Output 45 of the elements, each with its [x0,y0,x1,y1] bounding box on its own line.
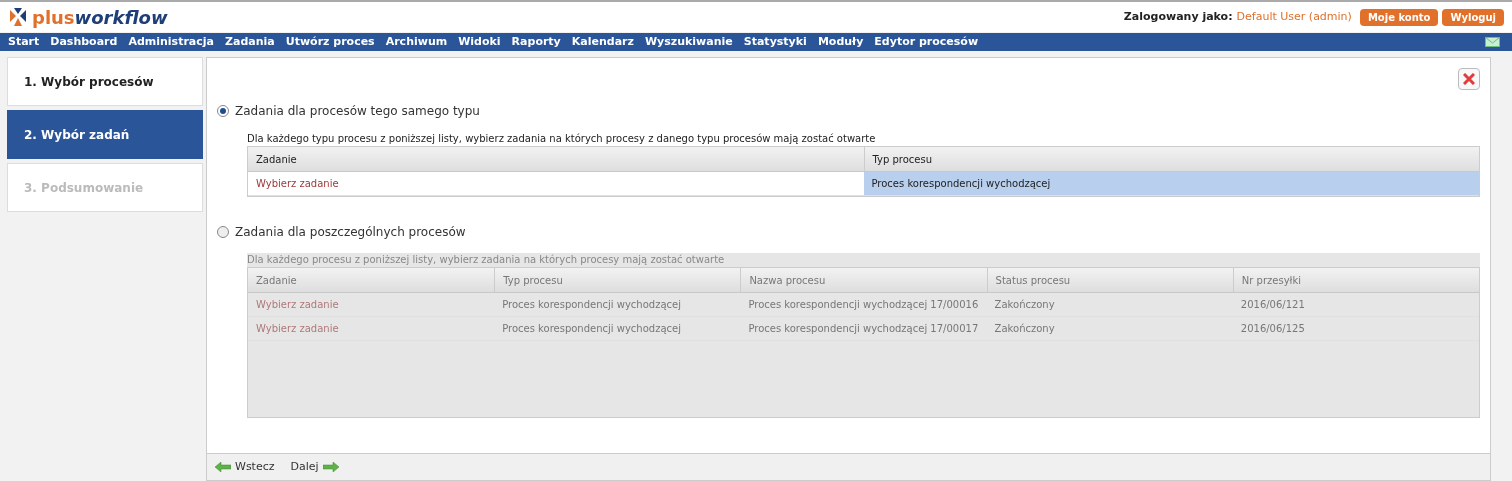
wizard-step[interactable]: 1. Wybór procesów [7,57,203,106]
next-button[interactable]: Dalej [290,458,339,476]
close-button[interactable] [1458,68,1480,90]
logo-text: plusworkflow [32,5,168,30]
table-cell-text: Zakończony [993,322,1056,336]
nav-item[interactable]: Utwórz proces [285,33,375,51]
nav-item[interactable]: Archiwum [385,33,448,51]
table-cell-text: 2016/06/125 [1239,322,1306,336]
nav-item[interactable]: Administracja [128,33,214,51]
column-header: Nr przesyłki [1232,268,1479,292]
table-cell-text: Proces korespondencji wychodzącej 17/00016 [747,298,980,312]
table-cell-text: Proces korespondencji wychodzącej [501,298,682,312]
column-header: Zadanie [255,152,298,167]
table-cell-text: 2016/06/121 [1239,298,1306,312]
table-hint: Dla każdego procesu z poniższej listy, wybierz zadania na których procesy mają zostać otwarte [247,253,726,267]
table-cell-text: Proces korespondencji wychodzącej 17/00017 [747,322,980,336]
wizard-step[interactable]: 2. Wybór zadań [7,110,203,159]
task-link[interactable]: Wybierz zadanie [248,172,864,195]
nav-item[interactable]: Kalendarz [571,33,634,51]
column-header: Zadanie [255,273,298,288]
radio-button[interactable] [217,105,229,117]
nav-item[interactable]: Dashboard [50,33,118,51]
option-label[interactable]: Zadania dla procesów tego samego typu [235,102,480,120]
left-arrow-icon [215,462,231,472]
table-cell-text: Zakończony [993,298,1056,312]
column-header: Status procesu [986,268,1233,292]
nav-item[interactable]: Statystyki [743,33,807,51]
logo-icon [8,8,28,26]
column-header: Typ procesu [863,147,1479,171]
table-hint: Dla każdego typu procesu z poniższej listy, wybierz zadania na których procesy z danego typu procesów mają zostać otwarte [247,132,877,146]
user-label: Zalogowany jako: [1123,8,1233,25]
nav-item[interactable]: Moduły [817,33,864,51]
nav-item[interactable]: Wyszukiwanie [644,33,733,51]
nav-item[interactable]: Widoki [458,33,501,51]
close-icon [1463,73,1475,85]
column-header: Nazwa procesu [740,268,987,292]
column-header: Typ procesu [494,268,741,292]
nav-item[interactable]: Start [8,33,40,51]
table-cell: Proces korespondencji wychodzącej [863,172,1479,195]
nav-item[interactable]: Edytor procesów [874,33,979,51]
nav-item[interactable]: Zadania [225,33,275,51]
table-cell-text: Proces korespondencji wychodzącej [501,322,682,336]
back-button[interactable]: Wstecz [215,458,275,476]
nav-item[interactable]: Raporty [511,33,561,51]
right-arrow-icon [322,462,339,472]
